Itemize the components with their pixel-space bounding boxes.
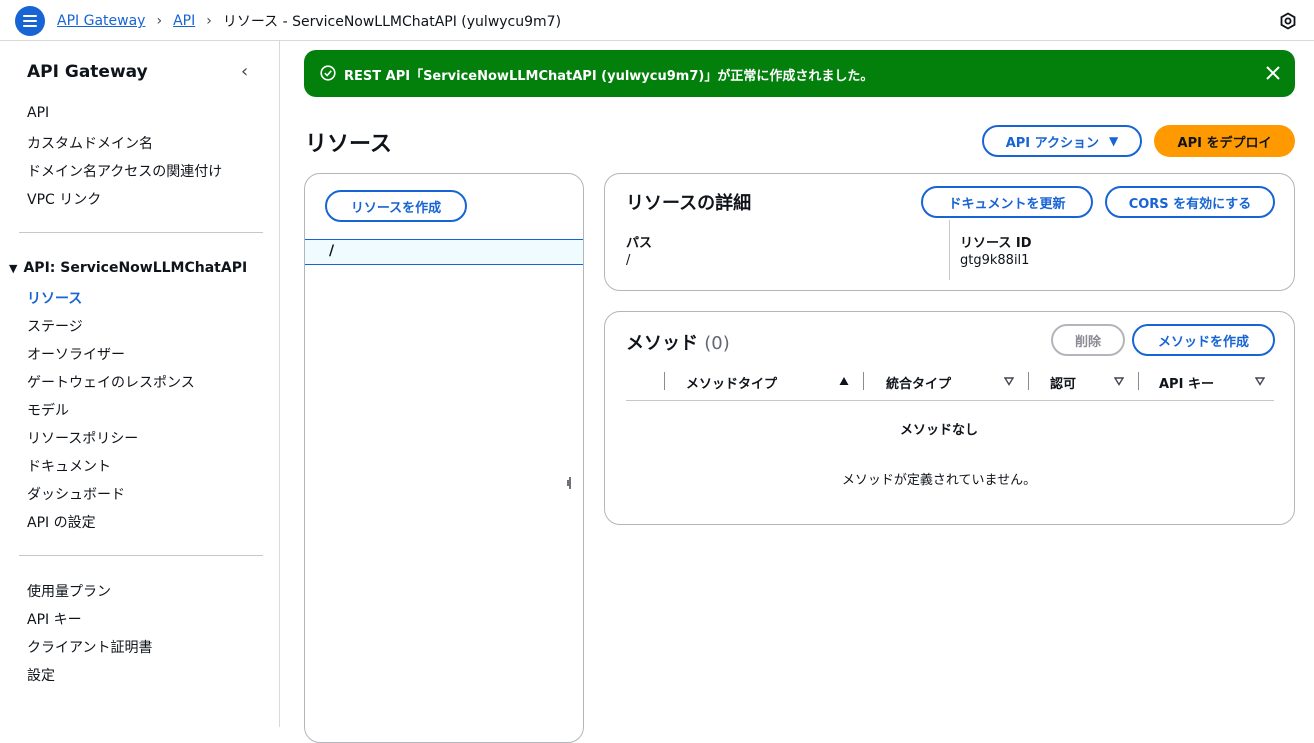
sidebar-item-gateway-responses[interactable]: ゲートウェイのレスポンス — [27, 372, 195, 392]
api-actions-label: API アクション — [1005, 135, 1100, 151]
hamburger-icon — [23, 15, 37, 27]
column-divider — [949, 220, 950, 280]
column-method-type[interactable]: メソッドタイプ — [686, 373, 777, 392]
resource-tree-row[interactable]: / — [305, 239, 583, 265]
sort-icon[interactable] — [1004, 376, 1014, 386]
methods-title: メソッド (0) — [626, 329, 730, 355]
close-icon[interactable] — [1264, 64, 1282, 82]
sidebar-section-api[interactable]: ▼ API: ServiceNowLLMChatAPI — [9, 260, 247, 276]
check-circle-icon — [320, 65, 336, 81]
success-flashbar: REST API「ServiceNowLLMChatAPI (yulwycu9m… — [304, 50, 1295, 97]
column-separator — [863, 372, 864, 390]
chevron-right-icon: › — [156, 13, 163, 29]
sidebar-divider — [19, 555, 263, 556]
delete-method-button[interactable]: 削除 — [1051, 324, 1125, 356]
resource-details-panel: リソースの詳細 ドキュメントを更新 CORS を有効にする パス / リソース … — [604, 173, 1295, 291]
page-title: リソース — [305, 132, 392, 157]
top-navigation-bar: API Gateway › API › リソース - ServiceNowLLM… — [0, 0, 1314, 41]
side-navigation: API Gateway ‹ API カスタムドメイン名 ドメイン名アクセスの関連… — [0, 41, 280, 727]
enable-cors-button[interactable]: CORS を有効にする — [1105, 186, 1275, 218]
update-documentation-button[interactable]: ドキュメントを更新 — [921, 186, 1093, 218]
sidebar-item-domain-access[interactable]: ドメイン名アクセスの関連付け — [27, 161, 222, 181]
column-authorization[interactable]: 認可 — [1050, 373, 1076, 392]
create-method-button[interactable]: メソッドを作成 — [1132, 324, 1275, 356]
sidebar-item-vpc-link[interactable]: VPC リンク — [27, 189, 101, 209]
column-separator — [664, 372, 665, 390]
column-api-key[interactable]: API キー — [1159, 373, 1214, 392]
sidebar-item-client-certificates[interactable]: クライアント証明書 — [27, 637, 152, 657]
api-actions-dropdown[interactable]: API アクション ▼ — [982, 125, 1142, 157]
breadcrumb-api[interactable]: API — [173, 13, 195, 29]
empty-state-title: メソッドなし — [899, 423, 978, 438]
methods-panel: メソッド (0) 削除 メソッドを作成 — [604, 311, 1295, 525]
settings-hex-icon[interactable] — [1279, 12, 1297, 30]
caret-down-icon: ▼ — [9, 261, 18, 275]
resource-id-label: リソース ID — [960, 236, 1032, 251]
sidebar-item-api-settings[interactable]: API の設定 — [27, 512, 96, 532]
resource-tree-panel: リソースを作成 / — [304, 173, 584, 743]
breadcrumb-api-gateway[interactable]: API Gateway — [57, 13, 145, 29]
sidebar-item-stages[interactable]: ステージ — [27, 316, 83, 336]
resource-path: / — [329, 243, 335, 259]
sidebar-item-api[interactable]: API — [27, 105, 49, 121]
sort-icon[interactable] — [1114, 376, 1124, 386]
column-separator — [1138, 372, 1139, 390]
resource-id-value: gtg9k88il1 — [960, 253, 1030, 268]
sort-icon[interactable] — [1255, 376, 1265, 386]
sidebar-item-settings[interactable]: 設定 — [27, 665, 55, 685]
sort-ascending-icon[interactable] — [839, 376, 849, 386]
flash-message: REST API「ServiceNowLLMChatAPI (yulwycu9m… — [344, 69, 874, 84]
breadcrumb-current: リソース - ServiceNowLLMChatAPI (yulwycu9m7) — [222, 14, 562, 30]
column-integration-type[interactable]: 統合タイプ — [886, 373, 951, 392]
path-label: パス — [626, 236, 653, 251]
sidebar-item-custom-domain[interactable]: カスタムドメイン名 — [27, 133, 153, 153]
sidebar-section-label: API: ServiceNowLLMChatAPI — [23, 260, 248, 276]
sidebar-item-usage-plans[interactable]: 使用量プラン — [27, 581, 111, 601]
table-header-divider — [626, 400, 1274, 401]
sidebar-title: API Gateway — [27, 62, 148, 82]
chevron-right-icon: › — [206, 13, 212, 29]
sidebar-item-authorizers[interactable]: オーソライザー — [27, 344, 125, 364]
collapse-sidebar-icon[interactable]: ‹ — [241, 61, 248, 82]
path-value: / — [626, 253, 631, 268]
methods-title-text: メソッド — [626, 333, 698, 354]
column-separator — [1028, 372, 1029, 390]
create-resource-button[interactable]: リソースを作成 — [325, 190, 467, 222]
methods-count: (0) — [704, 333, 730, 354]
empty-state-description: メソッドが定義されていません。 — [841, 473, 1037, 488]
caret-down-icon: ▼ — [1109, 134, 1119, 148]
sidebar-divider — [19, 232, 263, 233]
menu-button[interactable] — [15, 6, 45, 36]
deploy-api-button[interactable]: API をデプロイ — [1154, 125, 1295, 157]
details-title: リソースの詳細 — [626, 193, 752, 214]
breadcrumb: API Gateway › API › リソース - ServiceNowLLM… — [57, 11, 561, 31]
sidebar-item-resources[interactable]: リソース — [27, 288, 82, 308]
sidebar-item-api-keys[interactable]: API キー — [27, 609, 82, 629]
sidebar-item-models[interactable]: モデル — [27, 400, 69, 420]
